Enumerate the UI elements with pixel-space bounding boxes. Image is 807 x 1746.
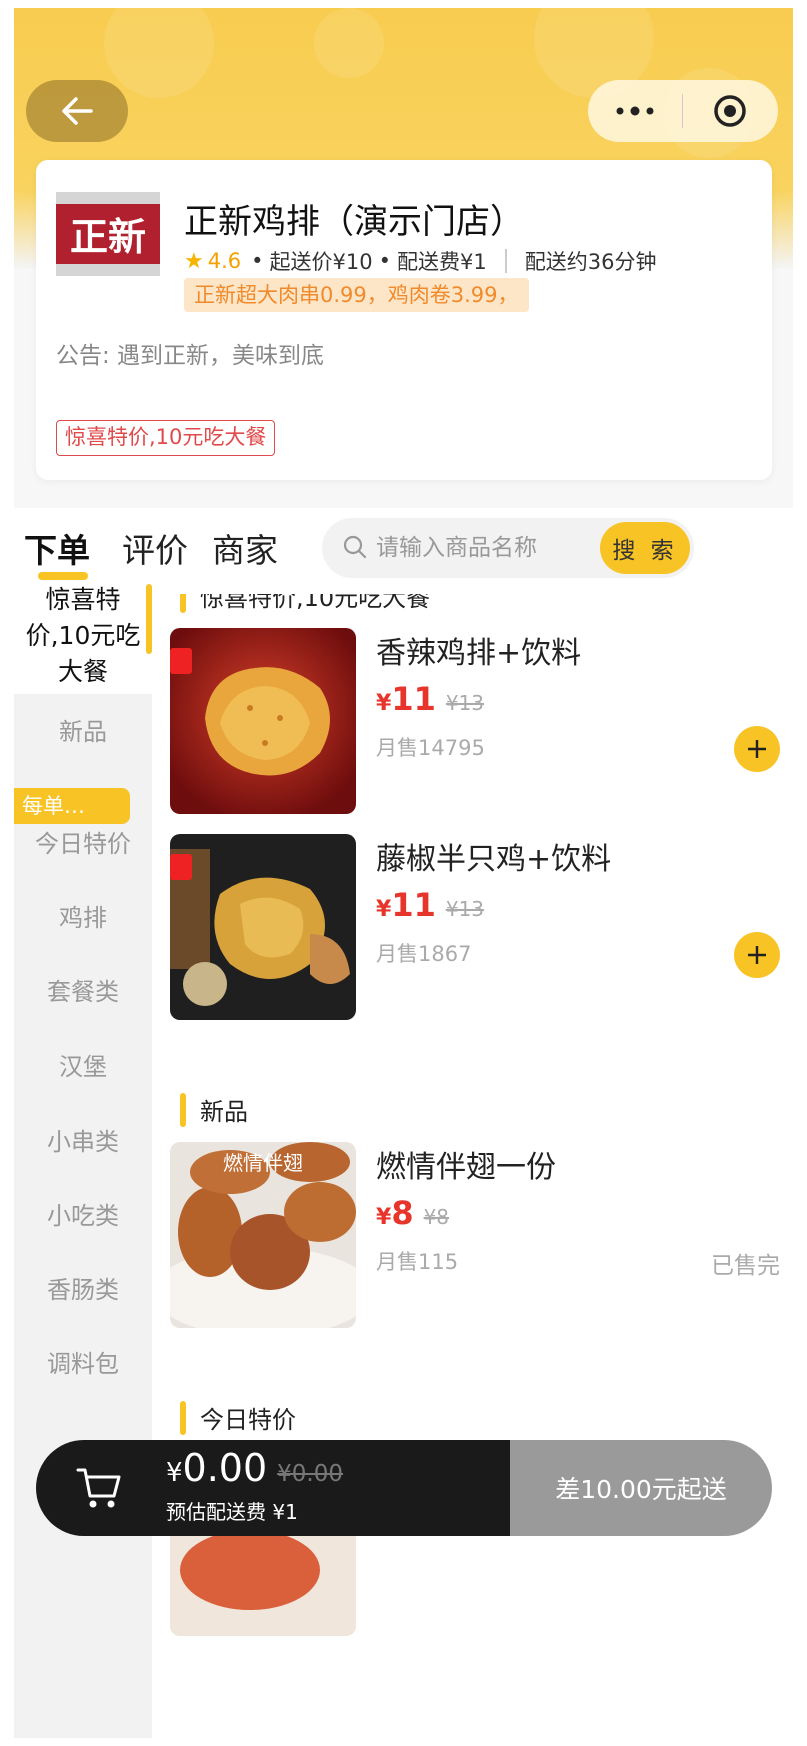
section-title: 新品 <box>180 1092 248 1127</box>
plus-icon <box>748 740 766 758</box>
cart-summary[interactable]: ¥0.00 ¥0.00 预估配送费 ¥1 <box>36 1440 510 1536</box>
sidebar-item-new[interactable]: 新品 <box>14 714 152 750</box>
more-dots-icon <box>616 106 654 116</box>
search-input[interactable] <box>376 530 576 566</box>
product-card[interactable]: 燃情伴翅 燃情伴翅一份 ¥8 ¥8 月售115 已售完 <box>170 1142 780 1328</box>
product-image: 燃情伴翅 <box>170 1142 356 1328</box>
store-promo: 正新超大肉串0.99，鸡肉卷3.99， <box>184 278 529 312</box>
add-to-cart-button[interactable] <box>734 932 780 978</box>
store-notice: 公告: 遇到正新，美味到底 <box>56 343 325 369</box>
svg-text:燃情伴翅: 燃情伴翅 <box>223 1151 303 1175</box>
star-icon: ★ <box>184 248 204 274</box>
product-image <box>170 834 356 1020</box>
store-name: 正新鸡排（演示门店） <box>184 202 524 242</box>
svg-text:正新: 正新 <box>70 215 146 259</box>
cart-total: ¥0.00 ¥0.00 <box>166 1446 344 1490</box>
sidebar-item-sausage[interactable]: 香肠类 <box>14 1272 152 1308</box>
product-sales: 月售115 <box>376 1250 459 1274</box>
estimated-delivery-fee: 预估配送费 ¥1 <box>166 1500 298 1524</box>
more-button[interactable] <box>588 80 682 142</box>
product-price: ¥8 ¥8 <box>376 1194 450 1232</box>
plus-icon <box>748 946 766 964</box>
sidebar-item-snacks[interactable]: 小吃类 <box>14 1198 152 1234</box>
product-name: 藤椒半只鸡+饮料 <box>376 842 612 877</box>
mini-program-capsule <box>588 80 778 142</box>
sidebar-item-skewers[interactable]: 小串类 <box>14 1124 152 1160</box>
product-price: ¥11 ¥13 <box>376 680 485 718</box>
section-title: 惊喜特价,10元吃大餐 <box>180 594 430 613</box>
store-meta: ★ 4.6 • 起送价¥10 • 配送费¥1 配送约36分钟 <box>184 246 656 276</box>
product-name: 香辣鸡排+饮料 <box>376 636 582 671</box>
shopping-cart-icon <box>76 1468 121 1508</box>
delivery-fee: 配送费¥1 <box>397 250 487 274</box>
store-logo: 正新 <box>54 190 162 278</box>
product-price: ¥11 ¥13 <box>376 886 485 924</box>
product-image <box>170 628 356 814</box>
arrow-left-icon <box>62 97 93 125</box>
min-order: 起送价¥10 <box>269 250 373 274</box>
search-box: 搜 索 <box>322 518 694 578</box>
product-name: 燃情伴翅一份 <box>376 1150 556 1185</box>
search-button[interactable]: 搜 索 <box>600 522 690 574</box>
sidebar-item-seasoning[interactable]: 调料包 <box>14 1346 152 1382</box>
product-sales: 月售14795 <box>376 736 485 760</box>
product-list: 惊喜特价,10元吃大餐 香辣鸡排+饮料 ¥11 ¥13 月售14795 藤椒半只… <box>152 594 793 1738</box>
target-icon <box>714 95 746 127</box>
sidebar-item-chicken-chop[interactable]: 鸡排 <box>14 900 152 936</box>
discount-tag: 惊喜特价,10元吃大餐 <box>56 420 276 456</box>
category-sidebar: 惊喜特 价,10元吃 大餐 新品 今日特价 鸡排 套餐类 汉堡 小串类 小吃类 … <box>14 584 152 1738</box>
product-card[interactable]: 藤椒半只鸡+饮料 ¥11 ¥13 月售1867 <box>170 834 780 1020</box>
cart-bar: ¥0.00 ¥0.00 预估配送费 ¥1 差10.00元起送 <box>36 1440 772 1536</box>
product-sales: 月售1867 <box>376 942 472 966</box>
store-info-card: 正新 正新鸡排（演示门店） ★ 4.6 • 起送价¥10 • 配送费¥1 配送约… <box>36 160 772 480</box>
product-card[interactable]: 香辣鸡排+饮料 ¥11 ¥13 月售14795 <box>170 628 780 814</box>
app-frame: 正新 正新鸡排（演示门店） ★ 4.6 • 起送价¥10 • 配送费¥1 配送约… <box>14 8 793 1738</box>
sidebar-item-today-special[interactable]: 今日特价 <box>14 826 152 862</box>
sidebar-promo-badge: 每单… <box>14 788 130 824</box>
store-rating: 4.6 <box>207 249 242 273</box>
tab-merchant[interactable]: 商家 <box>212 524 278 572</box>
delivery-time: 配送约36分钟 <box>524 250 657 274</box>
checkout-button[interactable]: 差10.00元起送 <box>510 1440 772 1536</box>
active-tab-indicator <box>38 572 88 580</box>
section-title: 今日特价 <box>180 1400 296 1435</box>
sidebar-item-burger[interactable]: 汉堡 <box>14 1049 152 1085</box>
close-mini-program-button[interactable] <box>683 80 777 142</box>
tab-order[interactable]: 下单 <box>24 524 90 572</box>
add-to-cart-button[interactable] <box>734 726 780 772</box>
sold-out-label: 已售完 <box>711 1253 780 1279</box>
back-button[interactable] <box>26 80 128 142</box>
search-icon <box>343 535 367 559</box>
sidebar-item-combo[interactable]: 套餐类 <box>14 974 152 1010</box>
tab-reviews[interactable]: 评价 <box>122 524 188 572</box>
sidebar-item-special-offer[interactable]: 惊喜特 价,10元吃 大餐 <box>14 584 152 694</box>
